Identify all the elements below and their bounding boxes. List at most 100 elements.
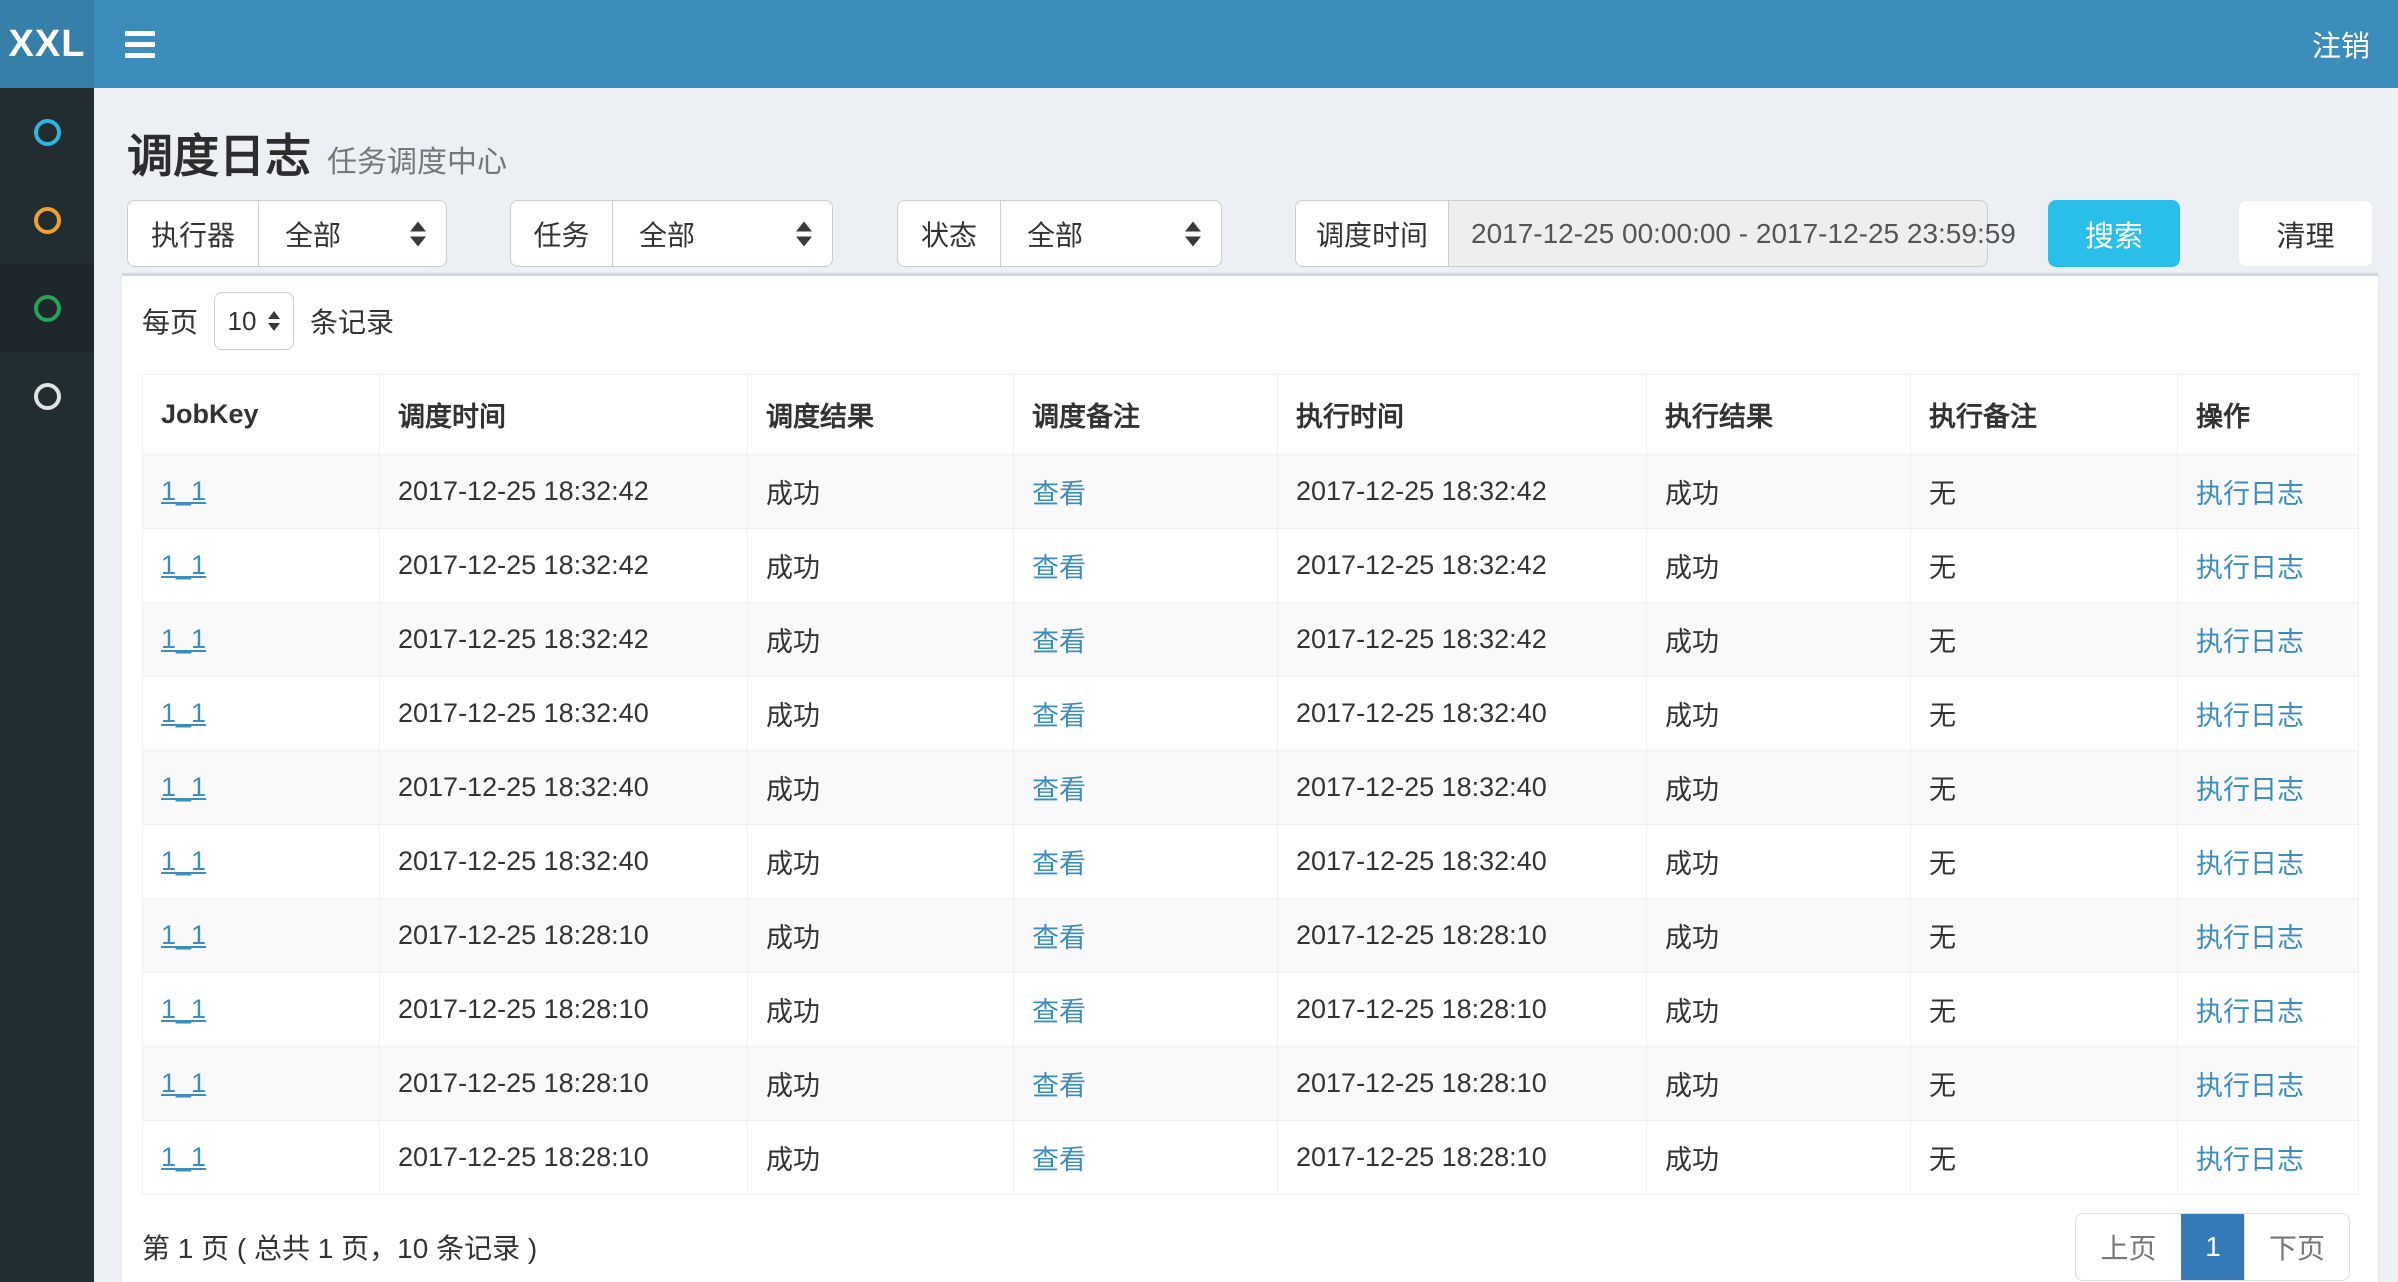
handle-result-cell: 成功 <box>1647 751 1911 825</box>
trigger-msg-link[interactable]: 查看 <box>1032 701 1086 731</box>
handle-result-cell: 成功 <box>1647 899 1911 973</box>
trigger-time-cell: 2017-12-25 18:28:10 <box>380 1121 748 1195</box>
execution-log-link[interactable]: 执行日志 <box>2196 997 2304 1027</box>
trigger-result-cell: 成功 <box>748 455 1014 529</box>
app-logo: XXL <box>0 0 94 88</box>
trigger-msg-link[interactable]: 查看 <box>1032 849 1086 879</box>
trigger-msg-link[interactable]: 查看 <box>1032 553 1086 583</box>
col-header-handle-time: 执行时间 <box>1278 375 1647 455</box>
job-key-link[interactable]: 1_1 <box>161 846 206 876</box>
sidebar-item-dashboard[interactable] <box>0 88 94 176</box>
select-arrows-icon <box>410 221 426 246</box>
trigger-msg-link[interactable]: 查看 <box>1032 1145 1086 1175</box>
execution-log-link-cell: 执行日志 <box>2178 1047 2359 1121</box>
trigger-msg-link[interactable]: 查看 <box>1032 997 1086 1027</box>
job-key-link[interactable]: 1_1 <box>161 1142 206 1172</box>
job-key-link[interactable]: 1_1 <box>161 772 206 802</box>
sidebar-toggle-button[interactable] <box>94 0 186 88</box>
col-header-handle-result: 执行结果 <box>1647 375 1911 455</box>
current-page-button[interactable]: 1 <box>2181 1214 2244 1280</box>
handle-result-cell: 成功 <box>1647 1047 1911 1121</box>
job-key-link[interactable]: 1_1 <box>161 698 206 728</box>
execution-log-link[interactable]: 执行日志 <box>2196 701 2304 731</box>
job-filter-value: 全部 <box>639 214 695 254</box>
status-filter-label: 状态 <box>897 200 1000 267</box>
prev-page-button[interactable]: 上页 <box>2076 1214 2181 1280</box>
handle-result-cell: 成功 <box>1647 677 1911 751</box>
execution-log-link[interactable]: 执行日志 <box>2196 923 2304 953</box>
handle-msg-cell: 无 <box>1911 1047 2178 1121</box>
trigger-msg-link[interactable]: 查看 <box>1032 1071 1086 1101</box>
trigger-msg-link[interactable]: 查看 <box>1032 479 1086 509</box>
execution-log-link-cell: 执行日志 <box>2178 1121 2359 1195</box>
sidebar-item-job-manage[interactable] <box>0 176 94 264</box>
job-key-link[interactable]: 1_1 <box>161 994 206 1024</box>
job-filter-label: 任务 <box>510 200 612 267</box>
execution-log-link-cell: 执行日志 <box>2178 751 2359 825</box>
executor-filter-group: 执行器 全部 <box>127 200 447 267</box>
job-key-link[interactable]: 1_1 <box>161 1068 206 1098</box>
status-filter-select[interactable]: 全部 <box>1000 200 1222 267</box>
trigger-msg-link-cell: 查看 <box>1014 973 1278 1047</box>
job-filter-select[interactable]: 全部 <box>612 200 833 267</box>
job-key-link-cell: 1_1 <box>143 751 380 825</box>
execution-log-link[interactable]: 执行日志 <box>2196 479 2304 509</box>
job-key-link-cell: 1_1 <box>143 1047 380 1121</box>
col-header-trigger-msg: 调度备注 <box>1014 375 1278 455</box>
trigger-time-cell: 2017-12-25 18:32:42 <box>380 455 748 529</box>
job-filter-group: 任务 全部 <box>510 200 833 267</box>
trigger-time-cell: 2017-12-25 18:32:42 <box>380 603 748 677</box>
handle-result-cell: 成功 <box>1647 973 1911 1047</box>
trigger-result-cell: 成功 <box>748 751 1014 825</box>
col-header-trigger-result: 调度结果 <box>748 375 1014 455</box>
per-page-row: 每页 10 条记录 <box>142 288 2358 354</box>
handle-msg-cell: 无 <box>1911 455 2178 529</box>
time-range-input[interactable]: 2017-12-25 00:00:00 - 2017-12-25 23:59:5… <box>1448 200 1988 267</box>
execution-log-link[interactable]: 执行日志 <box>2196 1145 2304 1175</box>
per-page-select[interactable]: 10 <box>214 292 294 350</box>
execution-log-link[interactable]: 执行日志 <box>2196 775 2304 805</box>
trigger-time-cell: 2017-12-25 18:32:40 <box>380 751 748 825</box>
execution-log-link[interactable]: 执行日志 <box>2196 627 2304 657</box>
pagination: 上页 1 下页 <box>2075 1213 2350 1281</box>
trigger-time-cell: 2017-12-25 18:32:40 <box>380 677 748 751</box>
logout-link[interactable]: 注销 <box>2284 0 2398 88</box>
job-key-link[interactable]: 1_1 <box>161 624 206 654</box>
handle-result-cell: 成功 <box>1647 825 1911 899</box>
search-button[interactable]: 搜索 <box>2048 200 2180 267</box>
trigger-msg-link-cell: 查看 <box>1014 455 1278 529</box>
execution-log-link[interactable]: 执行日志 <box>2196 1071 2304 1101</box>
table-header-row: JobKey 调度时间 调度结果 调度备注 执行时间 执行结果 执行备注 操作 <box>143 375 2359 455</box>
handle-time-cell: 2017-12-25 18:28:10 <box>1278 973 1647 1047</box>
handle-time-cell: 2017-12-25 18:32:40 <box>1278 677 1647 751</box>
executor-filter-select[interactable]: 全部 <box>258 200 447 267</box>
job-key-link-cell: 1_1 <box>143 973 380 1047</box>
sidebar-item-job-log[interactable] <box>0 264 94 352</box>
trigger-time-cell: 2017-12-25 18:32:40 <box>380 825 748 899</box>
execution-log-link[interactable]: 执行日志 <box>2196 849 2304 879</box>
trigger-time-cell: 2017-12-25 18:28:10 <box>380 899 748 973</box>
per-page-prefix-label: 每页 <box>142 301 198 341</box>
execution-log-link-cell: 执行日志 <box>2178 973 2359 1047</box>
handle-msg-cell: 无 <box>1911 825 2178 899</box>
job-key-link[interactable]: 1_1 <box>161 550 206 580</box>
table-row: 1_12017-12-25 18:32:42成功查看2017-12-25 18:… <box>143 455 2359 529</box>
trigger-msg-link[interactable]: 查看 <box>1032 627 1086 657</box>
trigger-msg-link[interactable]: 查看 <box>1032 775 1086 805</box>
handle-msg-cell: 无 <box>1911 1121 2178 1195</box>
trigger-result-cell: 成功 <box>748 1047 1014 1121</box>
sidebar-item-executor-manage[interactable] <box>0 352 94 440</box>
trigger-time-cell: 2017-12-25 18:28:10 <box>380 1047 748 1121</box>
job-key-link-cell: 1_1 <box>143 677 380 751</box>
clear-button[interactable]: 清理 <box>2238 200 2373 267</box>
execution-log-link[interactable]: 执行日志 <box>2196 553 2304 583</box>
trigger-time-cell: 2017-12-25 18:32:42 <box>380 529 748 603</box>
job-key-link[interactable]: 1_1 <box>161 920 206 950</box>
execution-log-link-cell: 执行日志 <box>2178 603 2359 677</box>
next-page-button[interactable]: 下页 <box>2244 1214 2349 1280</box>
handle-msg-cell: 无 <box>1911 603 2178 677</box>
trigger-msg-link[interactable]: 查看 <box>1032 923 1086 953</box>
handle-result-cell: 成功 <box>1647 603 1911 677</box>
job-key-link[interactable]: 1_1 <box>161 476 206 506</box>
execution-log-link-cell: 执行日志 <box>2178 677 2359 751</box>
